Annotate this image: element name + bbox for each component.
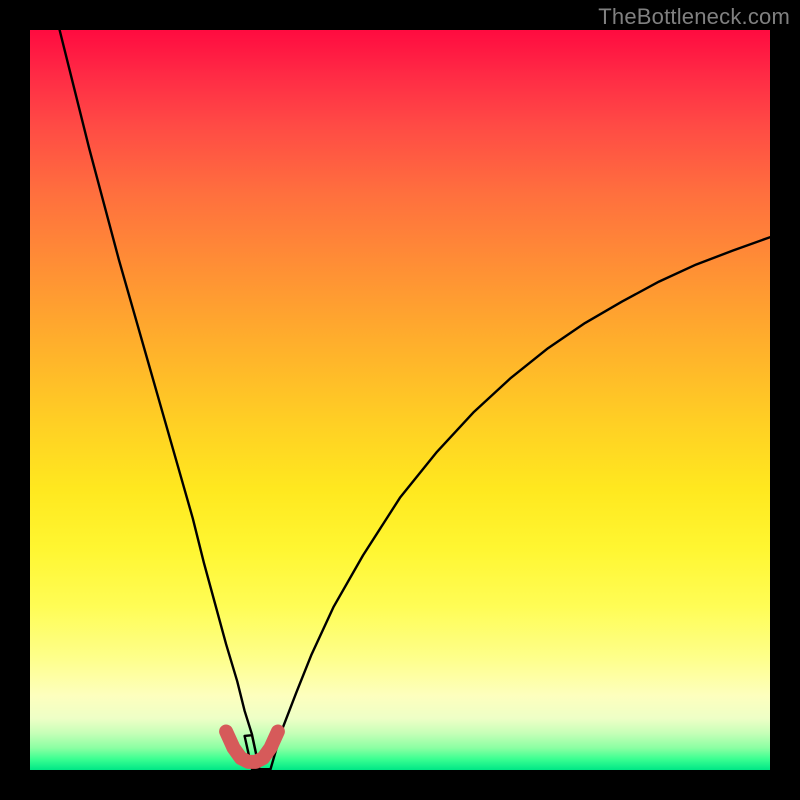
chart-stage: TheBottleneck.com xyxy=(0,0,800,800)
watermark-text: TheBottleneck.com xyxy=(598,4,790,30)
bottleneck-curve xyxy=(60,30,770,769)
curve-layer xyxy=(30,30,770,770)
plot-area xyxy=(30,30,770,770)
